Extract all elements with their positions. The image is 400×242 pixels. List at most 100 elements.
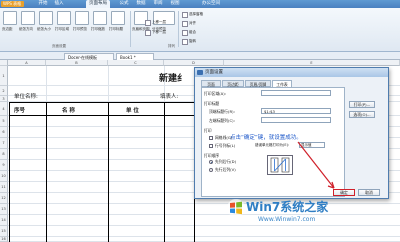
sheet-title: 新建纟	[159, 74, 187, 84]
order-down-label: 先列后行(D)	[215, 159, 237, 164]
menu-formula[interactable]: 公式	[117, 0, 131, 8]
menu-data[interactable]: 数据	[134, 0, 148, 8]
order-over-label: 先行后列(V)	[215, 167, 236, 172]
dialog-tab-header-footer[interactable]: 页眉/页脚	[245, 80, 271, 87]
dialog-tab-page[interactable]: 页面	[201, 80, 221, 87]
header-serial: 序号	[14, 108, 26, 114]
menu-office-space[interactable]: 办公空间	[199, 0, 223, 8]
ribbon-separator-2	[178, 11, 179, 47]
options-button[interactable]: 选项(O)...	[349, 111, 375, 118]
row-header[interactable]: 10	[0, 171, 8, 182]
group-icon[interactable]	[182, 30, 188, 36]
rowcol-label: 行号列标(L)	[215, 143, 236, 148]
document-tabs: Docer-在线模板 Book1 *	[0, 52, 400, 60]
column-header-d[interactable]: D	[164, 60, 224, 66]
paper-size-button[interactable]	[39, 11, 53, 25]
ribbon: 页边距 纸张方向 纸张大小 打印区域 打印预览 打印缩放 打印标题 页面设置 页…	[0, 8, 400, 52]
form-table	[9, 102, 195, 242]
print-titles-button[interactable]	[111, 11, 125, 25]
ribbon-separator	[130, 11, 131, 47]
align-icon[interactable]	[182, 21, 188, 27]
menu-start[interactable]: 开始	[36, 0, 50, 8]
order-over-radio[interactable]	[209, 168, 213, 172]
group-label[interactable]: 组合	[189, 30, 196, 35]
print-title-section: 打印标题	[204, 101, 220, 106]
row-header[interactable]: 1	[0, 66, 8, 86]
tab-book1[interactable]: Book1 *	[116, 53, 154, 60]
gridlines-checkbox[interactable]	[209, 136, 213, 140]
app-menu-button[interactable]: WPS 表格	[1, 1, 24, 7]
row-header[interactable]: 8	[0, 149, 8, 160]
cancel-button[interactable]: 取消	[358, 189, 380, 196]
dialog-tab-margins[interactable]: 页边距	[222, 80, 244, 87]
row-header[interactable]: 6	[0, 127, 8, 138]
top-rows-input[interactable]: $1:$3	[261, 108, 331, 114]
send-backward-icon[interactable]	[145, 30, 151, 36]
table-header-rule	[9, 115, 195, 116]
rotate-icon[interactable]	[182, 39, 188, 45]
row-header[interactable]: 9	[0, 160, 8, 171]
menu-view[interactable]: 视图	[168, 0, 182, 8]
left-cols-input[interactable]	[261, 117, 331, 123]
print-area-field-label: 打印区域(A):	[204, 91, 227, 96]
send-backward-label[interactable]: 下移一层	[152, 30, 166, 35]
print-area-label: 打印区域	[55, 27, 69, 31]
watermark-url: Www.Winwin7.com	[258, 216, 316, 223]
menu-page-layout[interactable]: 页面布局	[86, 0, 110, 8]
orientation-label: 纸张方向	[19, 27, 33, 31]
rowcol-checkbox[interactable]	[209, 144, 213, 148]
print-scale-label: 打印缩放	[91, 27, 105, 31]
row-header[interactable]: 13	[0, 204, 8, 215]
tab-docer-template[interactable]: Docer-在线模板	[64, 53, 114, 60]
row-header[interactable]: 12	[0, 193, 8, 204]
table-rule	[164, 102, 165, 242]
row-header[interactable]: 15	[0, 226, 8, 237]
print-area-button[interactable]	[57, 11, 71, 25]
row-header[interactable]: 14	[0, 215, 8, 226]
print-button[interactable]: 打印(P)...	[349, 101, 375, 108]
header-name: 名 称	[62, 108, 75, 114]
row-header[interactable]: 4	[0, 102, 8, 116]
row-header[interactable]: 5	[0, 116, 8, 127]
print-titles-label: 打印标题	[109, 27, 123, 31]
arrange-group-label: 排列	[168, 44, 175, 48]
print-area-input[interactable]	[261, 90, 331, 96]
column-header-c[interactable]: C	[108, 60, 164, 66]
menu-review[interactable]: 审阅	[151, 0, 165, 8]
column-header-e[interactable]: E	[224, 60, 400, 66]
print-scale-button[interactable]	[93, 11, 107, 25]
row-header[interactable]: 11	[0, 182, 8, 193]
filler-label: 填表人:	[160, 94, 179, 100]
unit-name-label: 单位名称:	[14, 94, 38, 100]
row-header[interactable]: 7	[0, 138, 8, 149]
arrow-annotation	[297, 141, 335, 189]
print-preview-label: 打印预览	[73, 27, 87, 31]
print-section: 打印	[204, 128, 212, 133]
margins-label: 页边距	[2, 27, 13, 31]
errors-label: 错误单元格打印为(E):	[255, 143, 290, 147]
column-header-b[interactable]: B	[46, 60, 108, 66]
selection-pane-icon[interactable]	[182, 12, 188, 18]
paper-size-label: 纸张大小	[37, 27, 51, 31]
left-cols-label: 左端标题列(C):	[209, 118, 235, 123]
rotate-label[interactable]: 旋转	[189, 39, 196, 44]
column-header-a[interactable]: A	[8, 60, 46, 66]
align-label[interactable]: 对齐	[189, 21, 196, 26]
menu-insert[interactable]: 插入	[52, 0, 66, 8]
order-down-radio[interactable]	[209, 160, 213, 164]
header-unit: 单 位	[126, 108, 139, 114]
row-header[interactable]: 16	[0, 237, 8, 242]
dialog-app-icon	[197, 70, 203, 75]
selection-pane-label[interactable]: 选择窗格	[189, 12, 203, 17]
row-header[interactable]: 2	[0, 86, 8, 96]
watermark-brand: Win7系统之家	[246, 200, 329, 214]
dialog-tab-sheet[interactable]: 工作表	[272, 80, 292, 87]
table-rule	[46, 102, 47, 242]
table-rule	[108, 102, 109, 242]
windows-logo-icon	[226, 198, 246, 218]
bring-forward-label[interactable]: 上移一层	[152, 20, 166, 25]
print-preview-button[interactable]	[75, 11, 89, 25]
margins-button[interactable]	[3, 11, 17, 25]
orientation-button[interactable]	[21, 11, 35, 25]
bring-forward-icon[interactable]	[145, 20, 151, 26]
